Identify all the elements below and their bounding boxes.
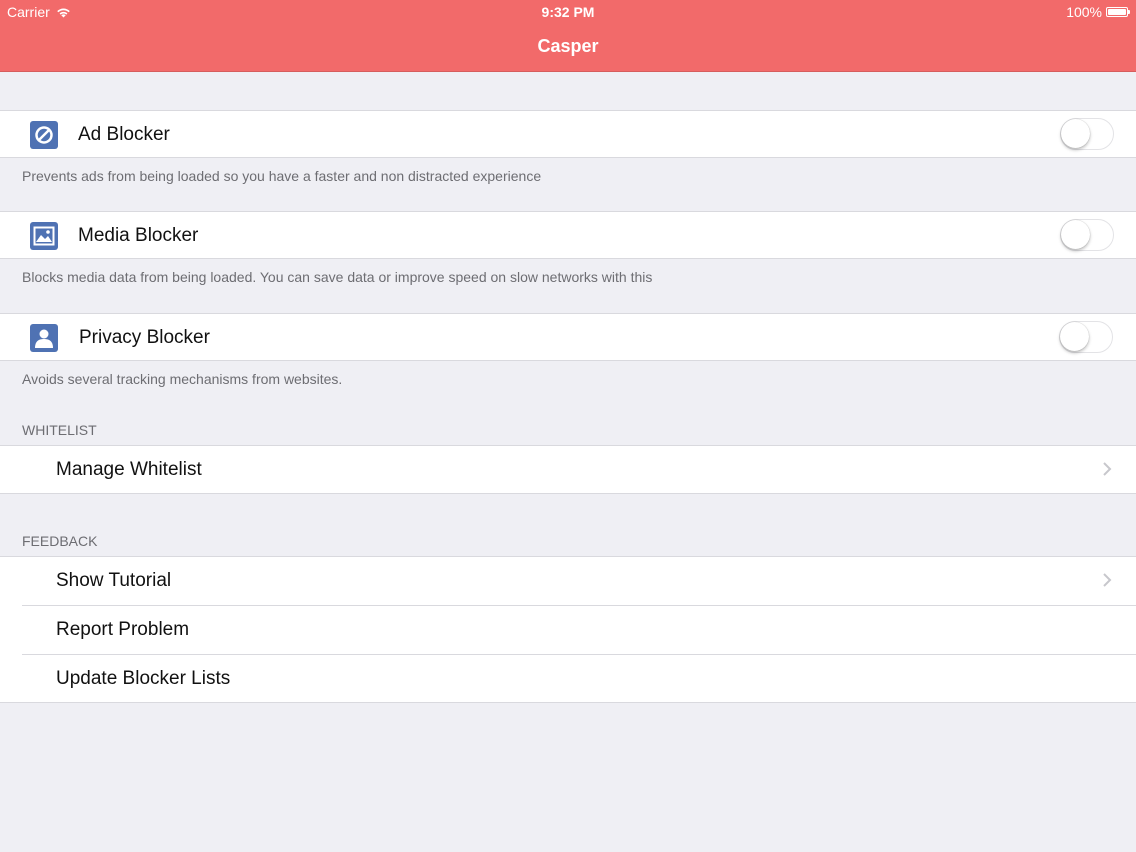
whitelist-section-header: WHITELIST	[22, 422, 97, 438]
report-problem-label: Report Problem	[56, 619, 190, 640]
chevron-right-icon	[1103, 573, 1112, 587]
toggle-knob	[1061, 119, 1090, 148]
update-blocker-lists-row[interactable]: Update Blocker Lists	[0, 655, 1136, 703]
battery-indicator: 100%	[1066, 4, 1130, 20]
privacy-blocker-toggle[interactable]	[1059, 321, 1113, 353]
battery-percent: 100%	[1066, 4, 1102, 20]
battery-icon	[1106, 7, 1130, 17]
toggle-knob	[1060, 322, 1089, 351]
feedback-section-header: FEEDBACK	[22, 533, 98, 549]
image-icon	[30, 222, 58, 250]
media-blocker-description: Blocks media data from being loaded. You…	[22, 269, 653, 285]
nav-title: Casper	[537, 36, 599, 56]
privacy-blocker-cell: Privacy Blocker	[0, 313, 1136, 361]
update-blocker-lists-label: Update Blocker Lists	[56, 668, 231, 689]
person-icon	[30, 324, 58, 352]
feedback-group: Show Tutorial Report Problem Update Bloc…	[0, 556, 1136, 703]
ad-blocker-label: Ad Blocker	[78, 124, 170, 145]
status-time: 9:32 PM	[541, 4, 595, 20]
report-problem-row[interactable]: Report Problem	[0, 606, 1136, 654]
chevron-right-icon	[1103, 462, 1112, 476]
privacy-blocker-description: Avoids several tracking mechanisms from …	[22, 371, 343, 387]
media-blocker-toggle[interactable]	[1060, 219, 1114, 251]
ad-blocker-cell: Ad Blocker	[0, 110, 1136, 158]
media-blocker-label: Media Blocker	[78, 225, 199, 246]
whitelist-group: Manage Whitelist	[0, 445, 1136, 494]
ad-blocker-toggle[interactable]	[1060, 118, 1114, 150]
status-bar: Carrier 9:32 PM 100%	[0, 0, 1136, 24]
media-blocker-cell: Media Blocker	[0, 211, 1136, 259]
manage-whitelist-row[interactable]: Manage Whitelist	[0, 446, 1136, 494]
ad-blocker-description: Prevents ads from being loaded so you ha…	[22, 168, 542, 184]
privacy-blocker-label: Privacy Blocker	[79, 327, 210, 348]
toggle-knob	[1061, 220, 1090, 249]
navigation-bar: Carrier 9:32 PM 100% Casper	[0, 0, 1136, 72]
no-entry-icon	[30, 121, 58, 149]
show-tutorial-label: Show Tutorial	[56, 570, 172, 591]
show-tutorial-row[interactable]: Show Tutorial	[0, 557, 1136, 605]
manage-whitelist-label: Manage Whitelist	[56, 459, 202, 480]
